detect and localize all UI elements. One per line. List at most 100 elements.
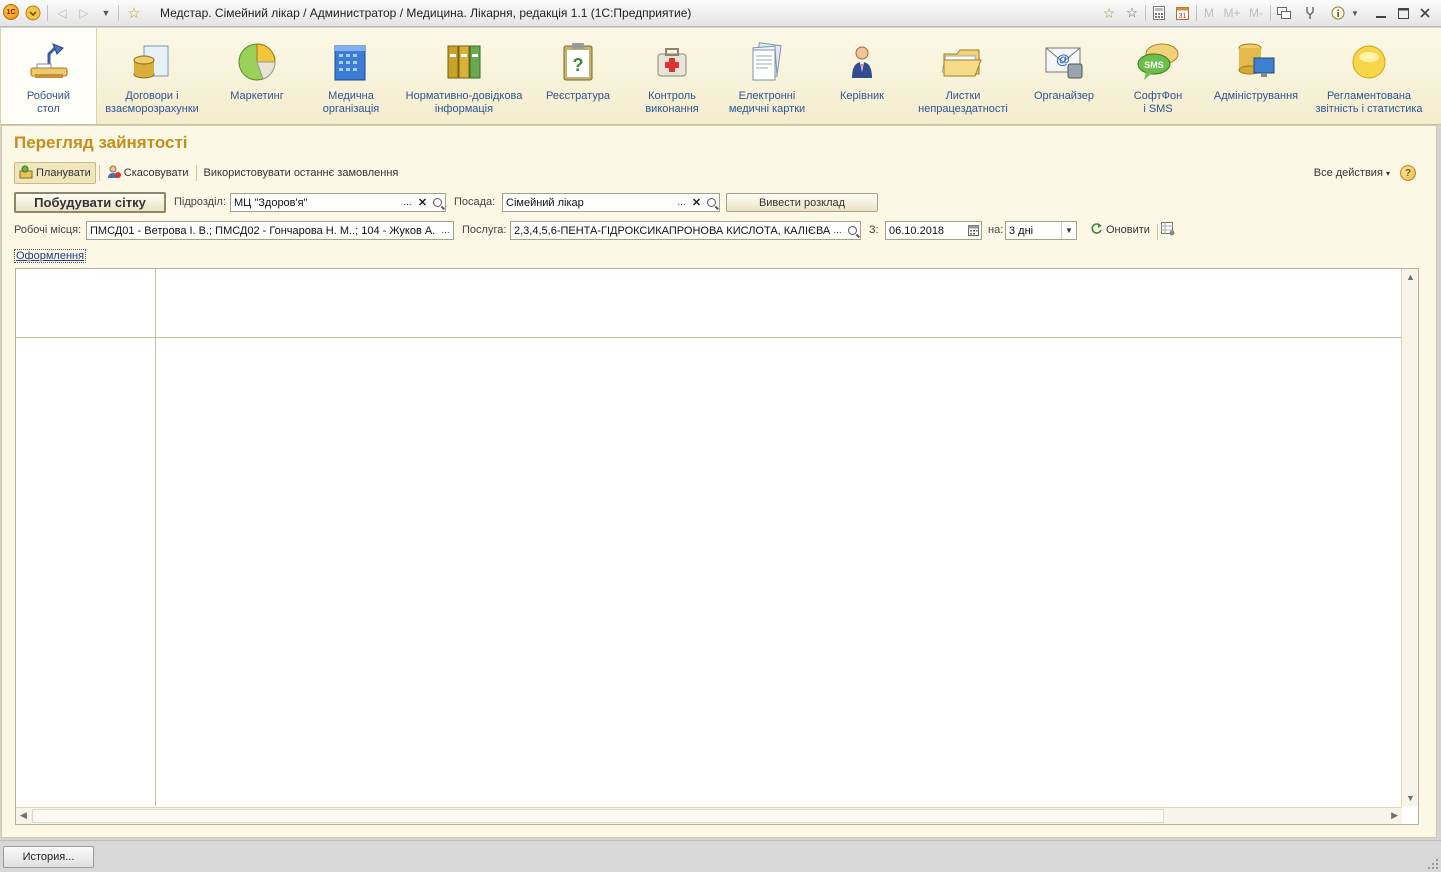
main-menu-icon[interactable] bbox=[24, 4, 42, 22]
position-label: Посада: bbox=[454, 196, 496, 208]
cancel-button[interactable]: Скасовувати bbox=[103, 162, 193, 184]
section-administration[interactable]: Адміністрування bbox=[1206, 28, 1306, 124]
section-label: Нормативно-довідкова інформація bbox=[405, 90, 523, 115]
design-link[interactable]: Оформлення bbox=[14, 249, 87, 263]
back-arrow-icon[interactable]: ◁ bbox=[54, 4, 70, 22]
workplaces-label: Робочі місця: bbox=[14, 224, 82, 236]
section-manager[interactable]: Керівник bbox=[820, 28, 904, 124]
command-bar: Планувати Скасовувати Використовувати ос… bbox=[14, 162, 402, 184]
section-sick-leave[interactable]: Листки непрацездатності bbox=[910, 28, 1016, 124]
resize-grip-icon[interactable] bbox=[1428, 859, 1438, 869]
svg-text:@: @ bbox=[1056, 51, 1070, 67]
yellow-circle-icon bbox=[1347, 40, 1391, 84]
cancel-label: Скасовувати bbox=[123, 167, 189, 179]
page-title: Перегляд зайнятості bbox=[14, 133, 188, 152]
service-select-button[interactable]: ... bbox=[830, 222, 845, 239]
section-label: Органайзер bbox=[1033, 90, 1095, 102]
horizontal-scrollbar[interactable]: ◀ ▶ bbox=[16, 807, 1402, 824]
close-icon[interactable] bbox=[1416, 4, 1434, 22]
all-actions-dropdown-icon: ▾ bbox=[1385, 169, 1390, 178]
from-date-field[interactable]: 06.10.2018 bbox=[885, 221, 982, 240]
all-actions-menu[interactable]: Все действия ▾ bbox=[1314, 167, 1390, 179]
coins-contracts-icon bbox=[130, 40, 174, 84]
refresh-button[interactable]: Оновити bbox=[1086, 219, 1154, 241]
history-button[interactable]: История... bbox=[3, 846, 94, 868]
service-search-icon[interactable] bbox=[845, 222, 860, 239]
division-clear-icon[interactable]: ✕ bbox=[415, 194, 430, 211]
add-favorite-icon[interactable]: ☆ bbox=[1100, 4, 1118, 22]
forward-arrow-icon[interactable]: ▷ bbox=[76, 4, 92, 22]
svg-text:SMS: SMS bbox=[1144, 60, 1164, 70]
section-marketing[interactable]: Маркетинг bbox=[207, 28, 307, 124]
svg-text:31: 31 bbox=[1178, 13, 1186, 20]
tools-icon[interactable] bbox=[1302, 4, 1318, 22]
use-last-order-button[interactable]: Використовувати останнє замовлення bbox=[200, 162, 403, 184]
calculator-icon[interactable] bbox=[1151, 4, 1167, 22]
position-field[interactable]: Сімейний лікар ... ✕ bbox=[502, 193, 720, 212]
info-dropdown-icon[interactable]: ▼ bbox=[1349, 4, 1361, 22]
show-schedule-button[interactable]: Вивести розклад bbox=[726, 193, 878, 212]
section-label: Робочий стол bbox=[26, 90, 71, 115]
section-label: Договори і взаєморозрахунки bbox=[105, 90, 199, 115]
section-work-desk[interactable]: Робочий стол bbox=[0, 28, 97, 124]
period-select[interactable]: 3 дні ▼ bbox=[1005, 221, 1077, 240]
toolbar-separator bbox=[47, 5, 48, 21]
memory-m-button[interactable]: M bbox=[1202, 4, 1216, 22]
memory-plus-button[interactable]: M+ bbox=[1222, 4, 1242, 22]
command-separator bbox=[195, 165, 197, 181]
service-value: 2,3,4,5,6-ПЕНТА-ГІДРОКСИКАПРОНОВА КИСЛОТ… bbox=[514, 224, 830, 237]
favorites-star-icon[interactable]: ☆ bbox=[125, 4, 143, 22]
bookmark-icon[interactable]: ☆ bbox=[1124, 4, 1140, 22]
position-clear-icon[interactable]: ✕ bbox=[689, 194, 704, 211]
command-separator bbox=[98, 165, 100, 181]
grid-settings-icon[interactable] bbox=[1160, 221, 1176, 237]
cancel-person-icon bbox=[107, 165, 121, 182]
section-label: Медична організація bbox=[322, 90, 380, 115]
history-dropdown-icon[interactable]: ▼ bbox=[99, 4, 113, 22]
calendar-icon[interactable]: 31 bbox=[1174, 4, 1190, 22]
schedule-grid[interactable]: ▲ ▼ ◀ ▶ bbox=[15, 268, 1419, 825]
memory-minus-button[interactable]: M- bbox=[1246, 4, 1266, 22]
scroll-up-icon[interactable]: ▲ bbox=[1406, 272, 1415, 282]
minimize-icon[interactable] bbox=[1372, 4, 1390, 22]
1c-logo-icon[interactable]: 1С bbox=[3, 4, 19, 20]
scroll-right-icon[interactable]: ▶ bbox=[1391, 810, 1398, 821]
division-label: Підрозділ: bbox=[174, 196, 227, 208]
build-grid-button[interactable]: Побудувати сітку bbox=[14, 192, 166, 213]
command-separator bbox=[1157, 224, 1158, 240]
scroll-down-icon[interactable]: ▼ bbox=[1406, 793, 1415, 803]
workplaces-select-button[interactable]: ... bbox=[438, 222, 453, 239]
position-select-button[interactable]: ... bbox=[674, 194, 689, 211]
plan-button[interactable]: Планувати bbox=[14, 162, 96, 184]
help-icon[interactable]: ? bbox=[1400, 165, 1416, 181]
division-field[interactable]: МЦ "Здоров'я" ... ✕ bbox=[230, 193, 446, 212]
service-field[interactable]: 2,3,4,5,6-ПЕНТА-ГІДРОКСИКАПРОНОВА КИСЛОТ… bbox=[510, 221, 861, 240]
section-control[interactable]: Контроль виконання bbox=[626, 28, 718, 124]
workplaces-field[interactable]: ПМСД01 - Ветрова І. В.; ПМСД02 - Гончаро… bbox=[86, 221, 454, 240]
maximize-icon[interactable] bbox=[1394, 4, 1412, 22]
plan-label: Планувати bbox=[36, 167, 91, 179]
calendar-picker-icon[interactable] bbox=[966, 222, 981, 239]
vertical-scrollbar[interactable]: ▲ ▼ bbox=[1401, 269, 1418, 806]
division-select-button[interactable]: ... bbox=[400, 194, 415, 211]
division-search-icon[interactable] bbox=[430, 194, 445, 211]
windows-icon[interactable] bbox=[1276, 4, 1292, 22]
documents-stack-icon bbox=[745, 40, 789, 84]
section-emr[interactable]: Електронні медичні картки bbox=[720, 28, 814, 124]
grid-header-divider bbox=[16, 337, 1402, 338]
section-medical-org[interactable]: Медична організація bbox=[307, 28, 395, 124]
section-registry[interactable]: ? Реєстратура bbox=[533, 28, 623, 124]
period-dropdown-icon[interactable]: ▼ bbox=[1061, 222, 1076, 239]
window-titlebar: 1С ◁ ▷ ▼ ☆ Медстар. Сімейний лікар / Адм… bbox=[0, 0, 1441, 27]
section-reference-info[interactable]: Нормативно-довідкова інформація bbox=[398, 28, 530, 124]
position-search-icon[interactable] bbox=[704, 194, 719, 211]
scroll-left-icon[interactable]: ◀ bbox=[20, 810, 27, 821]
database-monitor-icon bbox=[1234, 40, 1278, 84]
section-softphone-sms[interactable]: SMS СофтФон і SMS bbox=[1118, 28, 1198, 124]
info-icon[interactable] bbox=[1330, 4, 1346, 22]
section-contracts[interactable]: Договори і взаєморозрахунки bbox=[98, 28, 206, 124]
section-regulated-reporting[interactable]: Регламентована звітність і статистика bbox=[1310, 28, 1428, 124]
division-value: МЦ "Здоров'я" bbox=[234, 196, 308, 209]
section-organizer[interactable]: @ Органайзер bbox=[1024, 28, 1104, 124]
horizontal-scroll-thumb[interactable] bbox=[32, 809, 1164, 823]
